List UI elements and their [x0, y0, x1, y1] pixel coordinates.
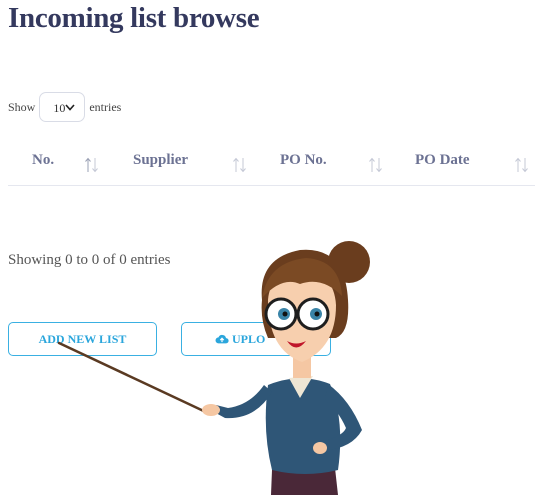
table-info: Showing 0 to 0 of 0 entries — [8, 252, 171, 268]
teacher-hair-fringe — [262, 258, 342, 298]
sort-arrows-icon — [369, 157, 382, 173]
column-header-po-date[interactable]: PO Date — [400, 141, 535, 185]
column-header-label: PO No. — [280, 152, 327, 168]
column-header-supplier[interactable]: Supplier — [116, 141, 264, 185]
teacher-pupil-left — [282, 311, 288, 317]
column-header-label: No. — [32, 152, 55, 168]
column-header-label: Supplier — [133, 152, 189, 168]
sort-arrows-icon — [85, 157, 98, 173]
entries-length-control: Show 10 entries — [8, 91, 121, 123]
teacher-arm-right — [322, 384, 362, 450]
teacher-eye-right — [310, 308, 322, 320]
column-header-po-no[interactable]: PO No. — [264, 141, 400, 185]
teacher-arm-left — [214, 385, 272, 419]
cloud-upload-icon — [215, 334, 229, 344]
upload-label: UPLO — [232, 331, 266, 346]
teacher-hand-right — [313, 442, 327, 454]
entries-select[interactable]: 10 — [39, 92, 86, 122]
teacher-illustration — [57, 241, 370, 495]
chevron-down-icon — [65, 104, 75, 111]
entries-label: entries — [89, 99, 122, 114]
add-new-list-button[interactable]: ADD NEW LIST — [8, 322, 157, 356]
show-label: Show — [8, 99, 36, 114]
teacher-skirt — [271, 463, 338, 495]
teacher-pupil-right — [314, 311, 320, 317]
teacher-collar — [289, 376, 313, 398]
sort-arrows-icon — [233, 157, 246, 173]
table-header: No. Supplier PO No. PO Date — [8, 141, 535, 186]
teacher-hair-bun — [328, 241, 370, 283]
upload-button[interactable]: UPLO — [181, 322, 331, 356]
teacher-eye-left — [278, 308, 290, 320]
teacher-body — [265, 378, 341, 474]
teacher-hand-left — [202, 404, 220, 416]
teacher-neck — [293, 356, 311, 378]
sort-arrows-icon — [515, 157, 528, 173]
column-header-no[interactable]: No. — [8, 141, 116, 185]
add-new-list-label: ADD NEW LIST — [38, 331, 127, 346]
column-header-label: PO Date — [415, 152, 470, 168]
page-title: Incoming list browse — [8, 2, 260, 34]
